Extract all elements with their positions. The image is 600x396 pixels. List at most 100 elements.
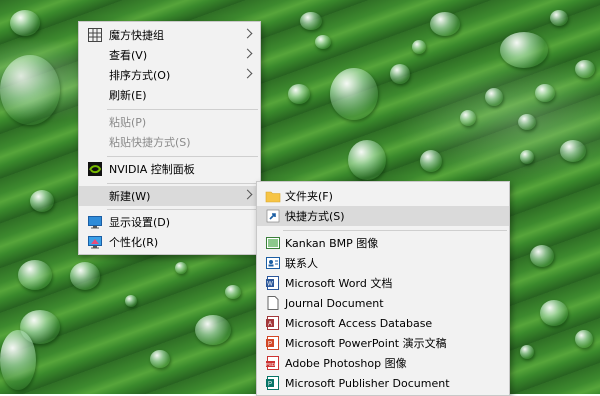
- water-drop: [575, 330, 593, 348]
- water-drop: [575, 60, 595, 78]
- menu-item-paste-shortcut[interactable]: 粘贴快捷方式(S): [79, 132, 260, 152]
- menu-item-new[interactable]: 新建(W): [79, 186, 260, 206]
- water-drop: [330, 68, 378, 120]
- menu-item-mofang-quick[interactable]: 魔方快捷组: [79, 25, 260, 45]
- menu-item-label: 魔方快捷组: [109, 29, 164, 42]
- grid-icon: [88, 28, 102, 42]
- water-drop: [540, 300, 568, 326]
- water-drop: [0, 330, 36, 390]
- menu-item-personalize[interactable]: 个性化(R): [79, 232, 260, 252]
- menu-separator: [107, 183, 258, 184]
- water-drop: [460, 110, 476, 126]
- menu-item-paste[interactable]: 粘贴(P): [79, 112, 260, 132]
- chevron-right-icon: [242, 28, 253, 39]
- menu-item-label: 粘贴(P): [109, 116, 147, 129]
- personalize-icon: [88, 236, 102, 249]
- water-drop: [150, 350, 170, 368]
- water-drop: [0, 55, 60, 125]
- monitor-icon: [88, 216, 102, 229]
- svg-text:P: P: [268, 382, 272, 388]
- menu-item-label: Microsoft Access Database: [285, 316, 433, 330]
- menu-item-label: Microsoft PowerPoint 演示文稿: [285, 337, 447, 350]
- water-drop: [70, 262, 100, 290]
- menu-item-label: Kankan BMP 图像: [285, 237, 379, 250]
- menu-item-label: 文件夹(F): [285, 190, 333, 203]
- water-drop: [390, 64, 410, 84]
- water-drop: [412, 40, 426, 54]
- menu-separator: [283, 230, 507, 231]
- submenu-item-word-doc[interactable]: W Microsoft Word 文档: [257, 273, 509, 293]
- water-drop: [430, 12, 460, 36]
- menu-item-label: 显示设置(D): [109, 216, 171, 229]
- water-drop: [288, 84, 310, 104]
- powerpoint-icon: P: [266, 336, 279, 350]
- menu-item-sort-by[interactable]: 排序方式(O): [79, 65, 260, 85]
- submenu-item-shortcut[interactable]: 快捷方式(S): [257, 206, 509, 226]
- svg-text:A: A: [268, 322, 272, 328]
- shortcut-icon: [266, 209, 280, 223]
- chevron-right-icon: [242, 68, 253, 79]
- water-drop: [175, 262, 187, 274]
- image-file-icon: [266, 237, 280, 249]
- water-drop: [30, 190, 54, 212]
- chevron-right-icon: [242, 189, 253, 200]
- submenu-item-access-db[interactable]: A Microsoft Access Database: [257, 313, 509, 333]
- menu-item-label: 查看(V): [109, 49, 148, 62]
- menu-item-label: NVIDIA 控制面板: [109, 163, 195, 176]
- water-drop: [520, 150, 534, 164]
- photoshop-icon: PSD: [266, 356, 279, 370]
- menu-separator: [107, 156, 258, 157]
- svg-text:P: P: [268, 342, 272, 348]
- water-drop: [125, 295, 137, 307]
- water-drop: [300, 12, 322, 30]
- menu-item-label: 个性化(R): [109, 236, 159, 249]
- water-drop: [18, 260, 52, 290]
- submenu-item-contact[interactable]: 联系人: [257, 253, 509, 273]
- menu-separator: [107, 109, 258, 110]
- access-icon: A: [266, 316, 279, 330]
- chevron-right-icon: [242, 48, 253, 59]
- menu-item-label: Adobe Photoshop 图像: [285, 357, 407, 370]
- submenu-item-kankan-bmp[interactable]: Kankan BMP 图像: [257, 233, 509, 253]
- menu-item-view[interactable]: 查看(V): [79, 45, 260, 65]
- menu-item-label: 快捷方式(S): [285, 210, 345, 223]
- water-drop: [518, 114, 536, 130]
- menu-item-label: 联系人: [285, 257, 318, 270]
- submenu-item-folder[interactable]: 文件夹(F): [257, 186, 509, 206]
- menu-separator: [107, 209, 258, 210]
- water-drop: [315, 35, 331, 49]
- menu-item-label: Journal Document: [285, 296, 384, 310]
- svg-text:PSD: PSD: [266, 362, 276, 367]
- water-drop: [195, 315, 231, 345]
- submenu-item-journal-doc[interactable]: Journal Document: [257, 293, 509, 313]
- water-drop: [10, 10, 40, 36]
- new-submenu: 文件夹(F) 快捷方式(S) Kankan BMP 图像 联系人 W Micro…: [256, 181, 510, 396]
- submenu-item-photoshop[interactable]: PSD Adobe Photoshop 图像: [257, 353, 509, 373]
- document-icon: [267, 296, 279, 310]
- svg-text:W: W: [267, 282, 273, 288]
- desktop-context-menu: 魔方快捷组 查看(V) 排序方式(O) 刷新(E) 粘贴(P) 粘贴快捷方式(S…: [78, 21, 261, 255]
- menu-item-label: 刷新(E): [109, 89, 147, 102]
- menu-item-label: Microsoft Publisher Document: [285, 376, 450, 390]
- nvidia-icon: [88, 162, 102, 176]
- water-drop: [560, 140, 586, 162]
- water-drop: [530, 245, 554, 267]
- contact-icon: [266, 257, 280, 269]
- submenu-item-powerpoint[interactable]: P Microsoft PowerPoint 演示文稿: [257, 333, 509, 353]
- menu-item-refresh[interactable]: 刷新(E): [79, 85, 260, 105]
- menu-item-display-settings[interactable]: 显示设置(D): [79, 212, 260, 232]
- water-drop: [500, 32, 548, 68]
- water-drop: [348, 140, 386, 180]
- word-icon: W: [266, 276, 279, 290]
- water-drop: [535, 84, 555, 102]
- water-drop: [485, 88, 503, 106]
- menu-item-label: 排序方式(O): [109, 69, 171, 82]
- water-drop: [225, 285, 241, 299]
- water-drop: [550, 10, 568, 26]
- folder-icon: [265, 191, 281, 203]
- water-drop: [520, 345, 534, 359]
- menu-item-nvidia-control-panel[interactable]: NVIDIA 控制面板: [79, 159, 260, 179]
- menu-item-label: 新建(W): [109, 190, 151, 203]
- submenu-item-publisher[interactable]: P Microsoft Publisher Document: [257, 373, 509, 393]
- publisher-icon: P: [266, 376, 279, 390]
